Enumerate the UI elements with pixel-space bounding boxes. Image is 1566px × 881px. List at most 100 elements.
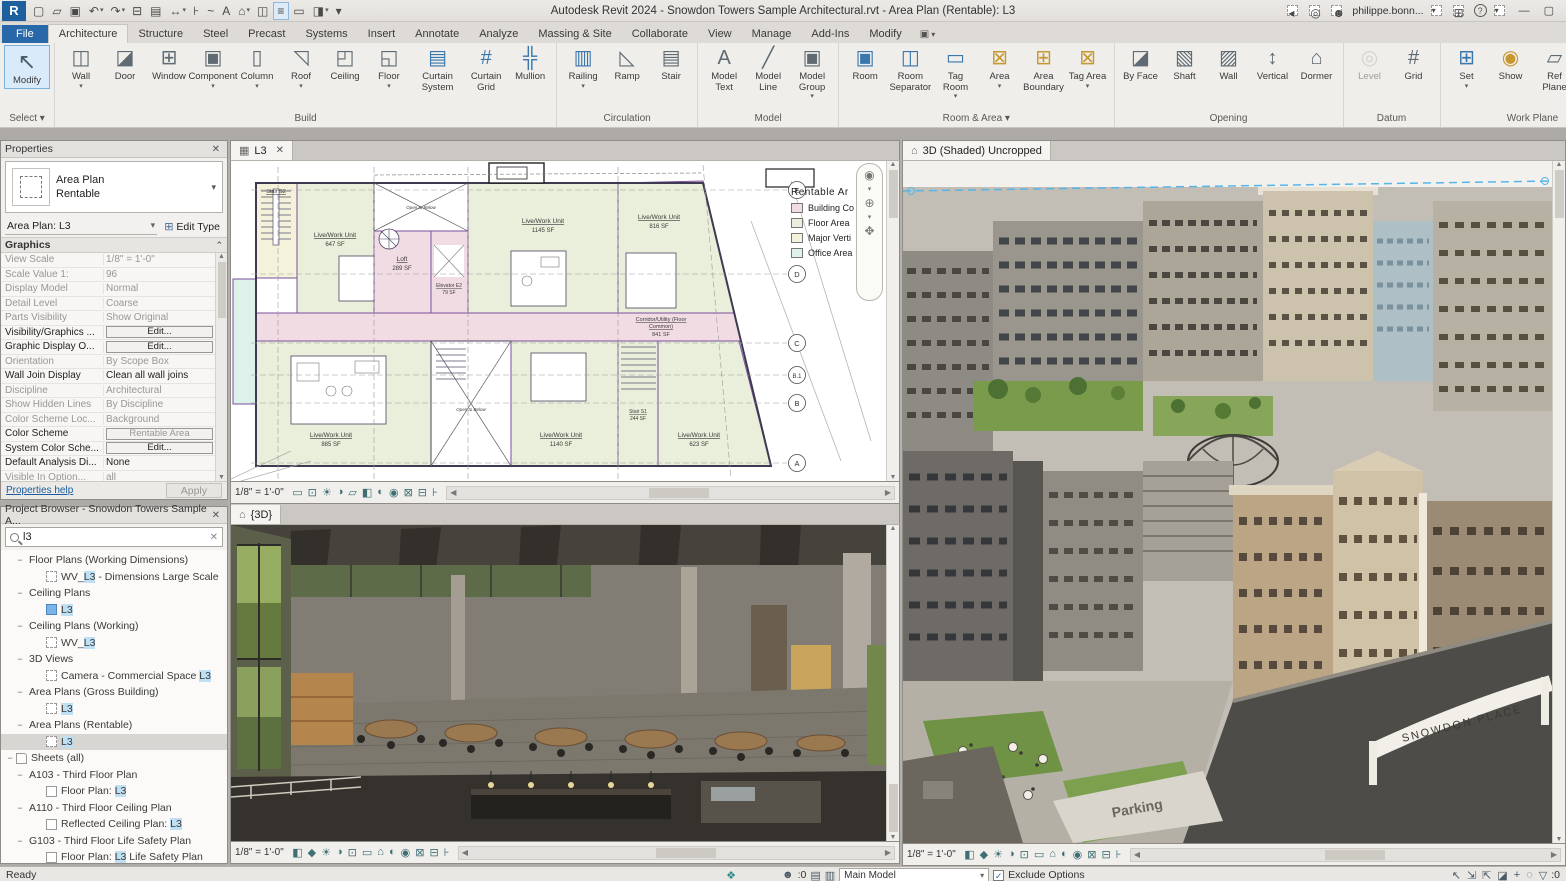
window-button[interactable]: ⊞ Window	[147, 45, 191, 92]
model-line-icon[interactable]: ~	[204, 3, 218, 19]
vertical-opening-button[interactable]: ↕ Vertical	[1251, 45, 1295, 92]
property-row[interactable]: Discipline Architectural Architectural	[1, 384, 215, 398]
exterior-render[interactable]: Parking SNOWDON PLACE	[903, 161, 1554, 843]
exclude-options-checkbox[interactable]: ✓	[993, 869, 1005, 881]
undo-icon[interactable]: ↶ ▾	[86, 3, 107, 19]
select-links-icon[interactable]: ↖	[1452, 869, 1461, 881]
help-caret-icon[interactable]: ▾	[1493, 5, 1505, 16]
browser-tree-item[interactable]: L3	[1, 701, 227, 718]
default-3d-view-icon[interactable]: ⌂ ▾	[235, 3, 253, 19]
plan-tab-close-icon[interactable]: ✕	[276, 145, 284, 156]
property-row[interactable]: Default Analysis Di... None None	[1, 456, 215, 471]
exterior-3d-canvas[interactable]: Parking SNOWDON PLACE ▲ ▼	[902, 160, 1566, 844]
temporary-view-properties-icon[interactable]: ⊠	[1085, 848, 1099, 861]
property-row[interactable]: Scale Value 1: 96 96	[1, 268, 215, 282]
interior-scale[interactable]: 1/8" = 1'-0"	[235, 847, 284, 858]
temporary-hide-isolate-icon[interactable]: ◐	[386, 846, 398, 859]
property-row[interactable]: Visibility/Graphics ... Edit... Edit...	[1, 326, 215, 340]
model-text-button[interactable]: A Model Text	[702, 45, 746, 102]
worksharing-display-icon[interactable]: ⊟	[427, 846, 441, 859]
interior-horizontal-scrollbar[interactable]: ◀ ▶	[457, 845, 895, 860]
print-icon[interactable]: ⊟	[129, 3, 146, 19]
exterior-vertical-scrollbar[interactable]: ▲ ▼	[1552, 161, 1565, 843]
browser-tree-item[interactable]: WV_L3	[1, 635, 227, 652]
property-row[interactable]: Detail Level Coarse Coarse	[1, 297, 215, 311]
exterior-horizontal-scrollbar[interactable]: ◀ ▶	[1129, 847, 1561, 862]
tree-collapse-icon[interactable]: −	[15, 555, 25, 565]
component-button[interactable]: ▣ Component ▾	[188, 45, 237, 92]
communication-center-icon[interactable]: ❖	[726, 869, 736, 881]
frame-pin-icon[interactable]: ◂	[1287, 5, 1299, 20]
filter-icon[interactable]: ▽	[1539, 869, 1547, 881]
render-icon[interactable]: ◆	[977, 848, 990, 861]
tab-insert[interactable]: Insert	[358, 25, 406, 43]
tab-collaborate[interactable]: Collaborate	[622, 25, 698, 43]
shadows-icon[interactable]: ◑	[334, 486, 346, 499]
by-face-button[interactable]: ◪ By Face	[1119, 45, 1163, 92]
railing-button[interactable]: ▥ Railing ▾	[561, 45, 605, 92]
tree-collapse-icon[interactable]: −	[15, 803, 25, 813]
shadows-icon[interactable]: ◑	[1006, 848, 1018, 861]
roof-button[interactable]: ◹ Roof ▾	[279, 45, 323, 92]
search-icon[interactable]: ◎	[1309, 5, 1321, 20]
reveal-constraints-icon[interactable]: ⊦	[441, 846, 452, 859]
zoom-icon[interactable]: ⊕	[864, 196, 874, 210]
lock-3d-view-icon[interactable]: ⌂	[1047, 848, 1059, 861]
save-icon[interactable]: ▣	[67, 3, 85, 19]
design-options-icon[interactable]: ▥	[825, 869, 835, 881]
tab-massing-site[interactable]: Massing & Site	[528, 25, 621, 43]
crop-view-icon[interactable]: ⊡	[305, 486, 319, 499]
navigation-bar[interactable]: ◉ ▾ ⊕ ▾ ✥	[856, 163, 883, 301]
interior-view-tab[interactable]: ⌂ {3D}	[231, 505, 282, 524]
type-selector[interactable]: Area Plan Rentable ▾	[5, 161, 223, 213]
interior-3d-canvas[interactable]: ▲ ▼	[230, 524, 900, 842]
tab-modify[interactable]: Modify	[859, 25, 911, 43]
shaft-button[interactable]: ▧ Shaft	[1163, 45, 1207, 92]
reveal-hidden-elements-icon[interactable]: ◉	[398, 846, 413, 859]
browser-search-box[interactable]: ✕	[5, 527, 223, 547]
measure-icon[interactable]: ↔ ▾	[166, 3, 189, 19]
editable-only-icon[interactable]: ☻	[782, 869, 794, 881]
room-button[interactable]: ▣ Room	[843, 45, 887, 92]
tab-file[interactable]: File	[2, 25, 48, 43]
user-avatar-icon[interactable]: ☻	[1331, 5, 1345, 20]
select-underlay-icon[interactable]: ⇲	[1467, 869, 1476, 881]
tab-analyze[interactable]: Analyze	[469, 25, 528, 43]
room-separator-button[interactable]: ◫ Room Separator	[887, 45, 933, 102]
type-selector-caret-icon[interactable]: ▾	[211, 182, 222, 193]
detail-level-icon[interactable]: ▱	[346, 486, 359, 499]
temporary-hide-isolate-icon[interactable]: ◐	[375, 486, 387, 499]
plan-vertical-scrollbar[interactable]: ▲ ▼	[886, 161, 899, 481]
tree-collapse-icon[interactable]: −	[15, 770, 25, 780]
browser-tree-item[interactable]: − Area Plans (Gross Building)	[1, 684, 227, 701]
browser-tree-item[interactable]: Floor Plan: L3	[1, 783, 227, 800]
properties-close-icon[interactable]: ✕	[209, 144, 223, 155]
minimize-button[interactable]: —	[1515, 5, 1534, 17]
tag-room-button[interactable]: ▭ Tag Room ▾	[934, 45, 978, 102]
show-work-plane-button[interactable]: ◉ Show	[1489, 45, 1533, 92]
lock-3d-view-icon[interactable]: ⌂	[375, 846, 387, 859]
show-crop-region-icon[interactable]: ▭	[359, 846, 374, 859]
section-icon[interactable]: ◫	[254, 3, 272, 19]
reveal-hidden-elements-icon[interactable]: ◉	[1070, 848, 1085, 861]
property-row[interactable]: Color Scheme Loc... Background Backgroun…	[1, 413, 215, 427]
active-design-option-select[interactable]: Main Model ▾	[839, 868, 990, 881]
plan-view-tab[interactable]: ▦ L3 ✕	[231, 141, 294, 160]
modify-button[interactable]: ↖ Modify	[4, 45, 50, 89]
worksets-icon[interactable]: ▤	[810, 869, 820, 881]
tree-collapse-icon[interactable]: −	[15, 654, 25, 664]
app-store-icon[interactable]: ⊞	[1452, 5, 1464, 20]
browser-tree-item[interactable]: Floor Plan: L3 Life Safety Plan	[1, 849, 227, 863]
crop-view-icon[interactable]: ⊡	[345, 846, 359, 859]
plan-horizontal-scrollbar[interactable]: ◀ ▶	[446, 485, 895, 500]
tag-area-button[interactable]: ⊠ Tag Area ▾	[1066, 45, 1110, 92]
text-icon[interactable]: A	[219, 3, 234, 19]
set-work-plane-button[interactable]: ⊞ Set ▾	[1445, 45, 1489, 92]
door-button[interactable]: ◪ Door	[103, 45, 147, 92]
wall-opening-button[interactable]: ▨ Wall	[1207, 45, 1251, 92]
signed-in-user[interactable]: philippe.bonn...	[1352, 5, 1423, 17]
pan-icon[interactable]: ✥	[864, 224, 874, 238]
ribbon-state-caret-icon[interactable]: ▾	[931, 30, 935, 39]
model-line-button[interactable]: ╱ Model Line	[746, 45, 790, 102]
edit-type-button[interactable]: ⊞ Edit Type	[161, 219, 223, 234]
